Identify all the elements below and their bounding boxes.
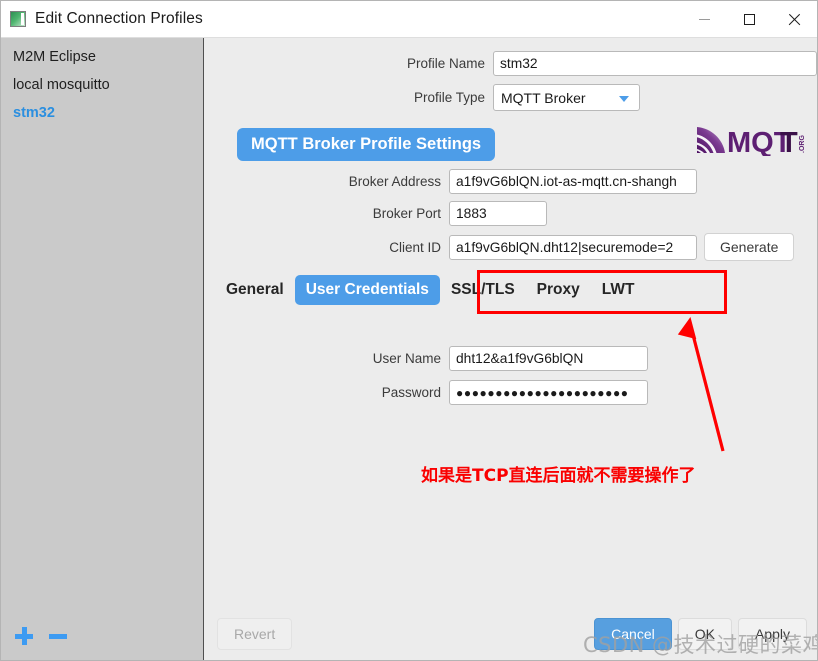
annotation-text: 如果是TCP直连后面就不需要操作了	[421, 466, 696, 486]
profile-list: M2M Eclipse local mosquitto stm32	[1, 38, 203, 127]
window-title: Edit Connection Profiles	[35, 10, 203, 27]
profile-type-value: MQTT Broker	[501, 89, 586, 106]
sidebar-item-stm32[interactable]: stm32	[1, 99, 203, 127]
title-bar: Edit Connection Profiles	[1, 1, 817, 38]
maximize-icon	[744, 13, 755, 25]
svg-text:.ORG: .ORG	[799, 135, 806, 153]
credentials-tab-bar: General User Credentials SSL/TLS Proxy L…	[205, 270, 817, 319]
profile-type-label: Profile Type	[413, 90, 485, 105]
profile-type-row: Profile Type MQTT Broker	[205, 84, 817, 111]
dialog-footer: Revert Cancel OK Apply	[205, 604, 817, 660]
remove-profile-icon[interactable]	[49, 627, 67, 645]
broker-address-input[interactable]	[449, 169, 697, 194]
window-controls	[682, 1, 817, 37]
edit-connection-profiles-window: Edit Connection Profiles M2M Eclipse loc…	[0, 0, 818, 661]
close-button[interactable]	[772, 1, 817, 37]
client-id-label: Client ID	[389, 239, 441, 255]
tab-ssl-tls[interactable]: SSL/TLS	[440, 275, 526, 305]
tab-list: General User Credentials SSL/TLS Proxy L…	[215, 275, 645, 305]
password-row: Password	[205, 380, 817, 405]
section-title-button[interactable]: MQTT Broker Profile Settings	[237, 128, 496, 161]
user-name-label: User Name	[372, 351, 441, 366]
broker-port-input[interactable]	[449, 201, 547, 226]
broker-port-label: Broker Port	[372, 206, 441, 221]
tab-user-credentials[interactable]: User Credentials	[294, 275, 440, 305]
minimize-icon	[699, 18, 710, 20]
client-id-row: Client ID Generate	[205, 233, 817, 261]
user-name-input[interactable]	[449, 346, 648, 371]
profile-editor-content: MQT T .ORG Profile Name Profile Type MQT…	[205, 38, 817, 604]
tab-lwt[interactable]: LWT	[591, 275, 646, 305]
tab-proxy[interactable]: Proxy	[526, 275, 591, 305]
generate-client-id-button[interactable]: Generate	[704, 233, 795, 261]
mqtt-logo: MQT T .ORG	[695, 124, 808, 156]
ok-button[interactable]: OK	[677, 618, 732, 650]
user-name-row: User Name	[205, 346, 817, 371]
sidebar-item-m2m-eclipse[interactable]: M2M Eclipse	[1, 43, 203, 71]
profile-name-input[interactable]	[493, 51, 817, 76]
chevron-down-icon	[619, 96, 629, 102]
password-input[interactable]	[449, 380, 648, 405]
maximize-button[interactable]	[727, 1, 772, 37]
password-label: Password	[381, 385, 441, 400]
profile-name-label: Profile Name	[406, 56, 485, 71]
apply-button[interactable]: Apply	[737, 618, 807, 650]
add-profile-icon[interactable]	[15, 627, 33, 645]
tab-general[interactable]: General	[215, 275, 295, 305]
sidebar-footer	[1, 612, 203, 660]
profile-name-row: Profile Name	[205, 51, 817, 76]
app-icon	[10, 11, 26, 27]
svg-text:T: T	[780, 127, 798, 156]
revert-button[interactable]: Revert	[217, 618, 293, 650]
sidebar-item-local-mosquitto[interactable]: local mosquitto	[1, 71, 203, 99]
close-icon	[788, 13, 801, 26]
profile-type-select[interactable]: MQTT Broker	[493, 84, 640, 111]
broker-address-row: Broker Address	[205, 169, 817, 194]
cancel-button[interactable]: Cancel	[594, 618, 672, 650]
dialog-action-buttons: Cancel OK Apply	[594, 618, 807, 650]
profile-editor-panel: MQT T .ORG Profile Name Profile Type MQT…	[205, 38, 817, 660]
profiles-sidebar: M2M Eclipse local mosquitto stm32	[1, 38, 204, 660]
broker-address-label: Broker Address	[348, 174, 441, 189]
minimize-button[interactable]	[682, 1, 727, 37]
broker-port-row: Broker Port	[205, 201, 817, 226]
client-id-input[interactable]	[449, 234, 697, 260]
